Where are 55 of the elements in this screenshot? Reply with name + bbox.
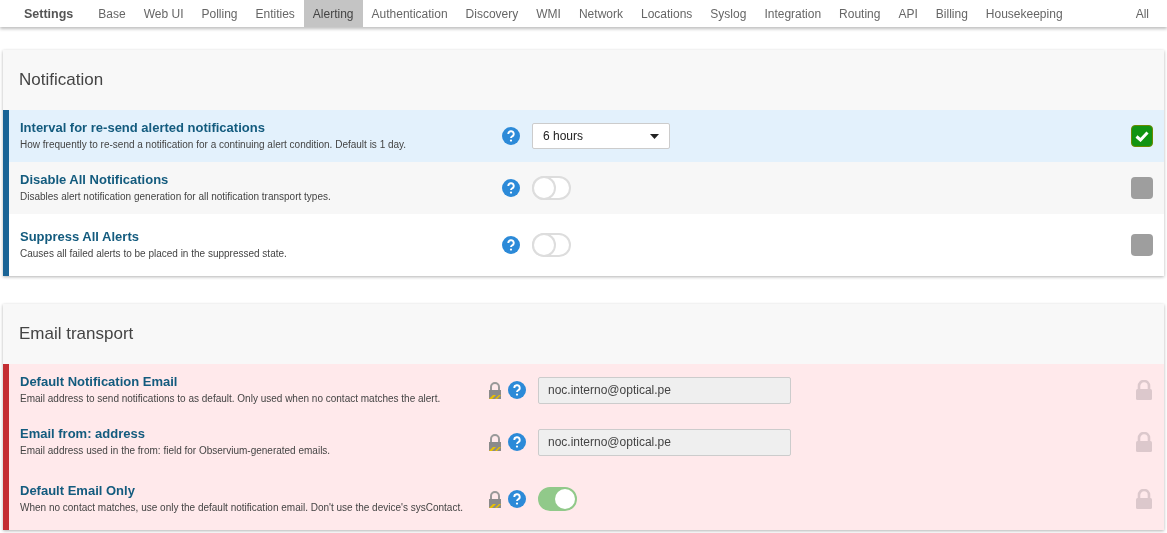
brand-title[interactable]: Settings [14, 0, 90, 27]
help-icon[interactable] [502, 127, 520, 145]
setting-description: How frequently to re-send a notification for a continuing alert condition. Default is 1 day. [20, 137, 408, 152]
nav-tab[interactable]: Billing [926, 0, 977, 27]
nav-tab[interactable]: Discovery [456, 0, 528, 27]
email-field[interactable]: noc.interno@optical.pe [538, 376, 791, 404]
toggle-switch[interactable] [532, 233, 571, 257]
nav-tab[interactable]: Routing [830, 0, 890, 27]
email-field[interactable]: noc.interno@optical.pe [538, 428, 791, 456]
nav-tab[interactable]: WMI [527, 0, 570, 27]
setting-title: Default Email Only [20, 482, 136, 498]
nav-tab[interactable]: Web UI [134, 0, 193, 27]
nav-tab[interactable]: Integration [755, 0, 831, 27]
section-title: Email transport [19, 324, 134, 344]
lock-icon [1135, 489, 1153, 509]
lock-icon [488, 490, 502, 508]
setting-description: Email address used in the from: field for Observium-generated emails. [20, 443, 332, 458]
nav-tab[interactable]: Polling [192, 0, 247, 27]
help-icon[interactable] [502, 236, 520, 254]
help-icon[interactable] [508, 381, 526, 399]
help-icon[interactable] [508, 490, 526, 508]
nav-tab[interactable]: Entities [246, 0, 304, 27]
lock-icon [488, 381, 502, 399]
checkbox[interactable] [1131, 177, 1153, 199]
nav-tab[interactable]: Locations [631, 0, 702, 27]
setting-title: Email from: address [20, 425, 146, 441]
lock-icon [488, 433, 502, 451]
setting-description: Causes all failed alerts to be placed in the suppressed state. [20, 246, 288, 261]
nav-tab[interactable]: Base [89, 0, 135, 27]
nav-tab[interactable]: Alerting [303, 0, 363, 27]
interval-dropdown[interactable]: 6 hours [532, 123, 670, 149]
setting-title: Suppress All Alerts [20, 228, 140, 244]
nav-tab[interactable]: All [1126, 0, 1163, 27]
nav-tab[interactable]: API [889, 0, 927, 27]
lock-icon [1135, 432, 1153, 452]
toggle-switch[interactable] [532, 176, 571, 200]
help-icon[interactable] [502, 179, 520, 197]
setting-title: Interval for re-send alerted notifications [20, 119, 266, 135]
caret-icon [650, 133, 659, 139]
setting-description: When no contact matches, use only the default notification email. Don't use the device's sysContact. [20, 500, 464, 515]
checkbox[interactable] [1131, 125, 1153, 147]
nav-tab[interactable]: Housekeeping [976, 0, 1072, 27]
nav-tab[interactable]: Authentication [362, 0, 457, 27]
checkbox[interactable] [1131, 234, 1153, 256]
section-title: Notification [19, 70, 104, 90]
setting-title: Default Notification Email [20, 373, 179, 389]
help-icon[interactable] [508, 433, 526, 451]
setting-description: Disables alert notification generation for all notification transport types. [20, 189, 332, 204]
nav-tab[interactable]: Network [569, 0, 632, 27]
setting-title: Disable All Notifications [20, 171, 170, 187]
check-icon [1135, 130, 1149, 142]
toggle-switch[interactable] [538, 487, 577, 511]
nav-tab[interactable]: Syslog [701, 0, 756, 27]
lock-icon [1135, 380, 1153, 400]
setting-description: Email address to send notifications to as default. Only used when no contact matches the alert. [20, 391, 442, 406]
